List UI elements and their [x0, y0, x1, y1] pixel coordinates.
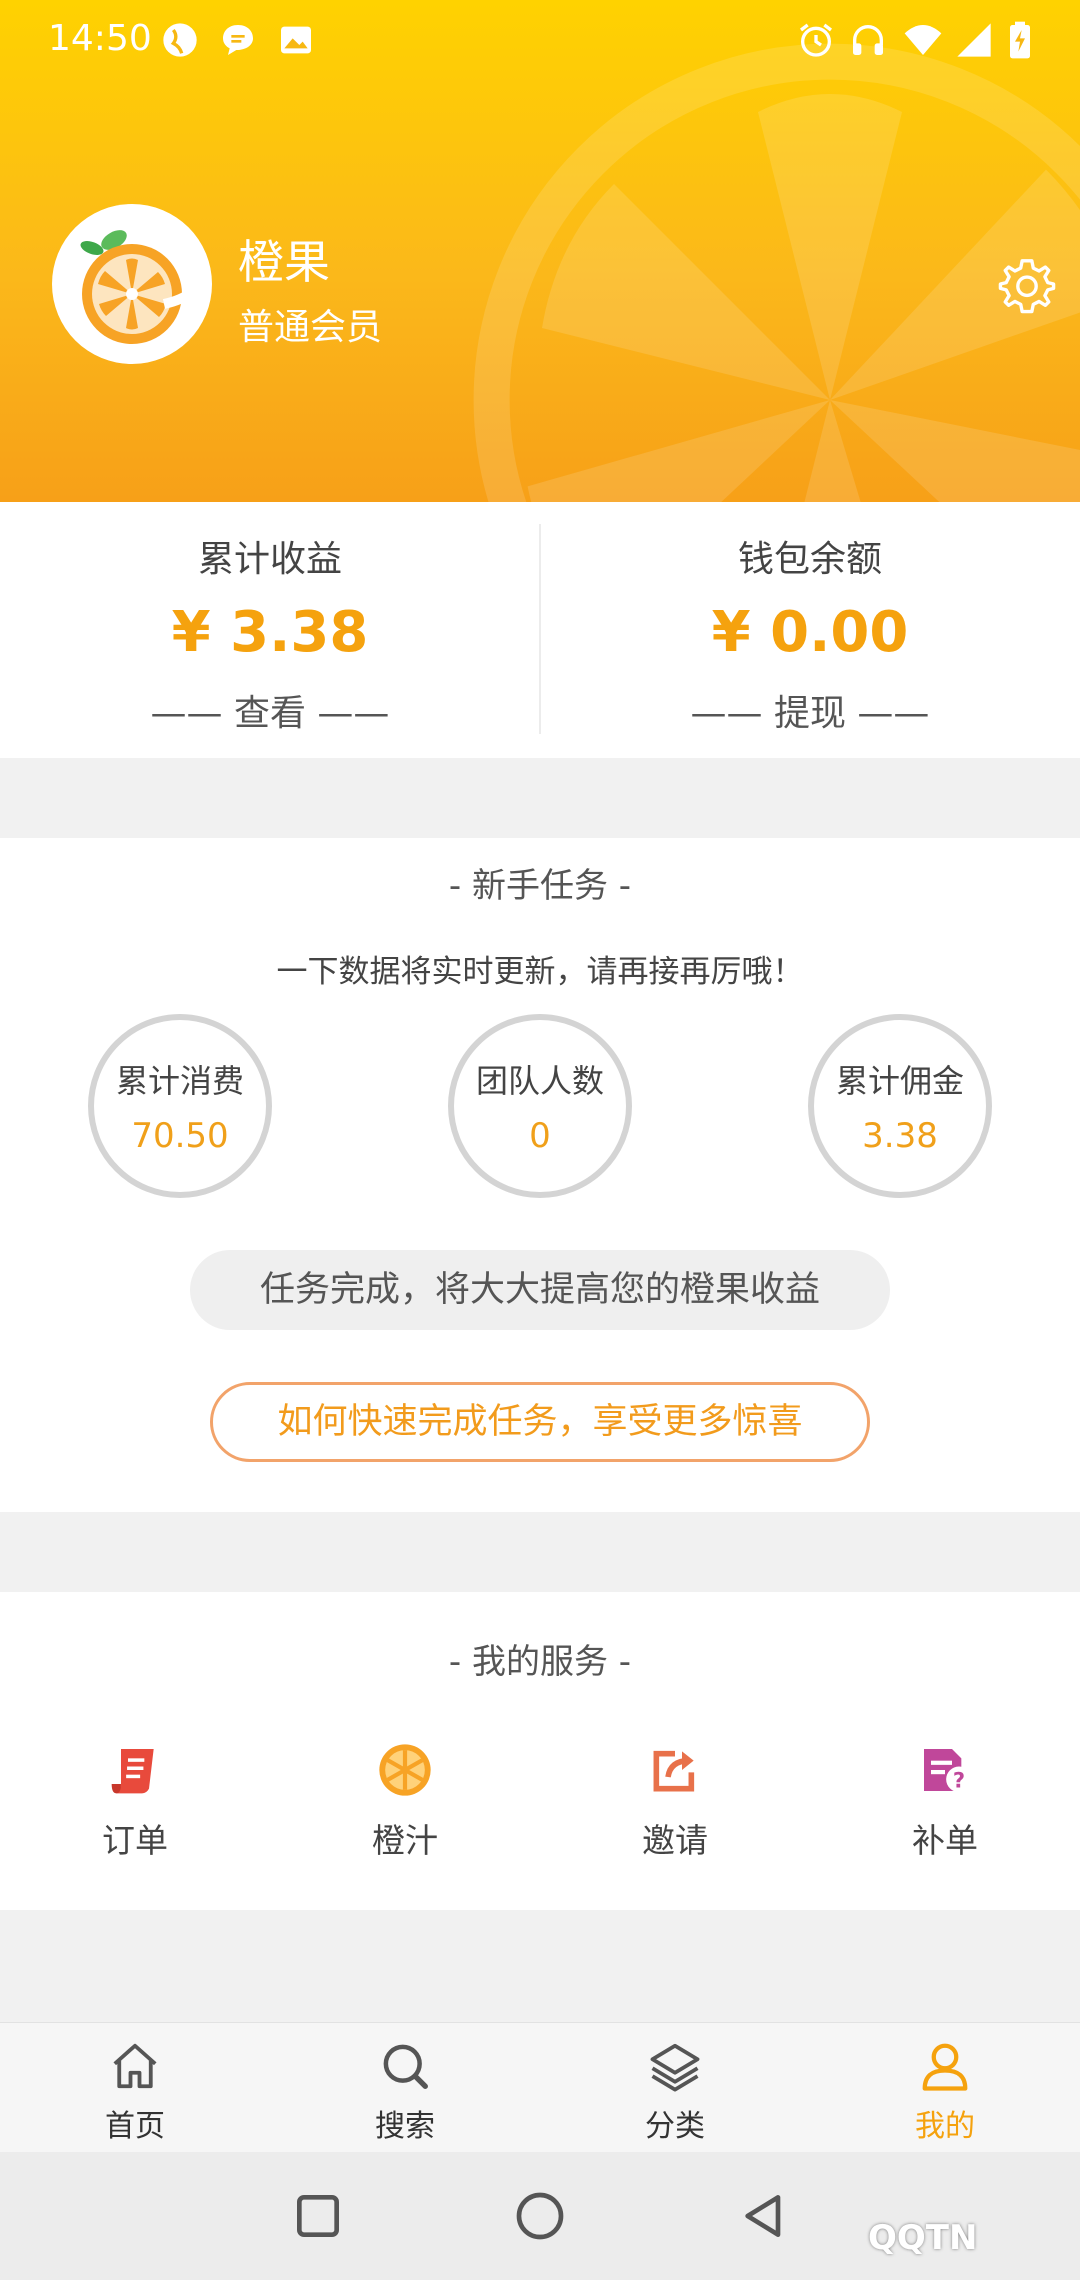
nav-mine[interactable]: 我的 [810, 2023, 1080, 2153]
task-hint: 任务完成，将大大提高您的橙果收益 [190, 1250, 890, 1330]
chat-icon [223, 25, 253, 55]
recent-apps-icon[interactable] [290, 2188, 346, 2244]
globe-icon [163, 23, 197, 57]
total-earnings-amount: ¥ 3.38 [171, 600, 369, 665]
battery-icon [1010, 21, 1030, 59]
user-icon [922, 2043, 968, 2091]
search-icon [383, 2044, 428, 2089]
nav-category[interactable]: 分类 [540, 2023, 810, 2153]
nav-label: 搜索 [375, 2109, 435, 2144]
layers-icon [650, 2043, 700, 2092]
wallet-balance-label: 钱包余额 [737, 539, 882, 580]
stat-circle-commission: 累计佣金 3.38 [808, 1014, 992, 1198]
alarm-icon [800, 23, 832, 57]
orange-logo-icon [80, 230, 196, 344]
service-orange-juice[interactable]: 橙汁 [270, 1742, 540, 1882]
profile-page: 14:50 橙果 普通会员 累计收益 ¥ 3.38 —— 查看 —— 钱包余额 … [0, 0, 1080, 2280]
services-title: - 我的服务 - [448, 1642, 632, 1682]
total-earnings-label: 累计收益 [197, 539, 342, 580]
orange-icon [379, 1744, 431, 1796]
service-invite[interactable]: 邀请 [540, 1742, 810, 1882]
view-earnings-link[interactable]: —— 查看 —— [0, 684, 540, 736]
nav-home[interactable]: 首页 [0, 2023, 270, 2153]
back-icon[interactable] [736, 2188, 792, 2244]
missing-order-icon: ? [924, 1749, 972, 1793]
stat-value: 3.38 [862, 1116, 938, 1156]
withdraw-link[interactable]: —— 提现 —— [540, 684, 1080, 736]
total-earnings: 累计收益 ¥ 3.38 —— 查看 —— [0, 502, 540, 758]
service-missing-order[interactable]: ? 补单 [810, 1742, 1080, 1882]
nav-search[interactable]: 搜索 [270, 2023, 540, 2153]
home-icon [113, 2043, 157, 2089]
share-icon [653, 1750, 695, 1792]
my-services-card: - 我的服务 - 订单 橙汁 邀请 ? 补单 [0, 1592, 1080, 1910]
stat-label: 累计佣金 [835, 1062, 964, 1100]
nav-label: 我的 [915, 2109, 975, 2144]
stat-circle-team: 团队人数 0 [448, 1014, 632, 1198]
stat-value: 0 [529, 1116, 551, 1156]
newbie-task-subtitle: 一下数据将实时更新，请再接再厉哦！ [276, 954, 804, 990]
bottom-navigation: 首页 搜索 分类 我的 [0, 2022, 1080, 2152]
order-icon [111, 1749, 154, 1794]
earnings-divider [539, 524, 541, 734]
stat-circle-consumption: 累计消费 70.50 [88, 1014, 272, 1198]
signal-icon [957, 23, 991, 57]
profile-header: 14:50 橙果 普通会员 [0, 0, 1080, 502]
home-circle-icon[interactable] [512, 2188, 568, 2244]
wifi-icon [904, 25, 942, 55]
member-level: 普通会员 [238, 307, 383, 348]
nav-label: 首页 [105, 2109, 165, 2144]
status-bar: 14:50 [0, 0, 1080, 80]
avatar[interactable] [52, 204, 212, 364]
watermark-logo: QQTN [868, 2218, 978, 2258]
status-time: 14:50 [48, 18, 152, 59]
service-label: 邀请 [642, 1821, 708, 1860]
newbie-task-title: - 新手任务 - [448, 866, 632, 906]
service-order[interactable]: 订单 [0, 1742, 270, 1882]
service-label: 订单 [102, 1821, 168, 1860]
orange-background-graphic [473, 43, 1080, 502]
service-label: 补单 [912, 1821, 978, 1860]
system-navigation-bar [0, 2152, 1080, 2280]
stat-label: 团队人数 [475, 1062, 604, 1100]
stat-label: 累计消费 [115, 1062, 244, 1100]
svg-text:?: ? [953, 1769, 965, 1793]
stat-value: 70.50 [131, 1116, 229, 1156]
image-icon [281, 26, 311, 54]
service-label: 橙汁 [372, 1821, 438, 1860]
newbie-task-card: - 新手任务 - 一下数据将实时更新，请再接再厉哦！ 累计消费 70.50 团队… [0, 838, 1080, 1512]
headset-icon [853, 25, 883, 55]
gear-icon[interactable] [998, 256, 1056, 314]
wallet-balance: 钱包余额 ¥ 0.00 —— 提现 —— [540, 502, 1080, 758]
user-name: 橙果 [238, 235, 330, 289]
wallet-balance-amount: ¥ 0.00 [711, 600, 909, 665]
nav-label: 分类 [645, 2109, 705, 2144]
task-guide-button[interactable]: 如何快速完成任务，享受更多惊喜 [210, 1382, 870, 1462]
